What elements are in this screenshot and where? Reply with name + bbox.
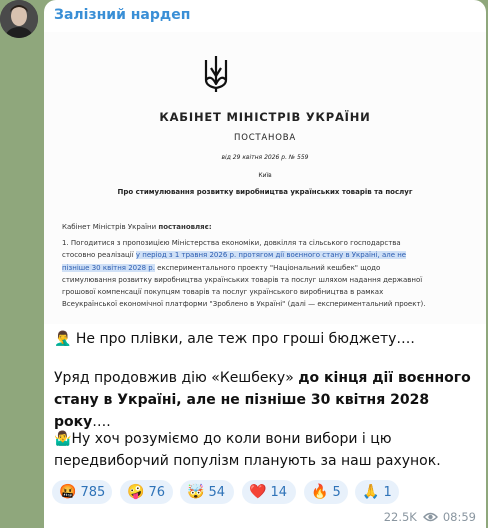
exploding-head-icon: 🤯 bbox=[187, 484, 205, 500]
eye-icon bbox=[422, 512, 438, 522]
heart-icon: ❤️ bbox=[249, 484, 267, 500]
channel-name[interactable]: Залізний нардеп bbox=[54, 7, 190, 23]
message-time: 08:59 bbox=[442, 510, 476, 524]
view-count: 22.5K bbox=[383, 510, 417, 524]
reaction-angry[interactable]: 🤬 785 bbox=[52, 480, 112, 504]
reaction-zany[interactable]: 🤪 76 bbox=[120, 480, 173, 504]
message-line-3: 🤷‍♂️Ну хоч розуміємо до коли вони вибори… bbox=[54, 431, 441, 469]
pray-icon: 🙏 bbox=[362, 484, 380, 500]
doc-date: від 29 квітня 2026 р. № 559 bbox=[221, 154, 309, 161]
doc-city: Київ bbox=[258, 172, 272, 179]
facepalm-icon: 🤦‍♂️ bbox=[54, 331, 72, 347]
zany-face-icon: 🤪 bbox=[127, 484, 145, 500]
reactions-bar: 🤬 785 🤪 76 🤯 54 ❤️ 14 🔥 5 🙏 1 bbox=[52, 480, 486, 506]
reaction-pray[interactable]: 🙏 1 bbox=[355, 480, 399, 504]
doc-type: ПОСТАНОВА bbox=[234, 133, 296, 143]
message-meta: 22.5K 08:59 bbox=[384, 508, 476, 526]
doc-preamble: Кабінет Міністрів України постановляє: bbox=[62, 223, 212, 231]
document-image[interactable]: КАБІНЕТ МІНІСТРІВ УКРАЇНИ ПОСТАНОВА від … bbox=[44, 32, 486, 324]
doc-paragraph-1: 1. Погодитися з пропозицією Міністерства… bbox=[62, 239, 426, 309]
shrug-icon: 🤷‍♂️ bbox=[54, 431, 72, 447]
reaction-heart[interactable]: ❤️ 14 bbox=[242, 480, 296, 504]
fire-icon: 🔥 bbox=[311, 484, 329, 500]
angry-face-icon: 🤬 bbox=[59, 484, 77, 500]
reaction-fire[interactable]: 🔥 5 bbox=[304, 480, 348, 504]
doc-subject: Про стимулювання розвитку виробництва ук… bbox=[117, 188, 413, 196]
message-bubble: Залізний нардеп КАБІНЕТ МІНІСТРІВ УКРАЇН… bbox=[44, 0, 486, 528]
reaction-mind-blown[interactable]: 🤯 54 bbox=[180, 480, 234, 504]
channel-avatar[interactable] bbox=[0, 0, 38, 38]
doc-title: КАБІНЕТ МІНІСТРІВ УКРАЇНИ bbox=[159, 110, 371, 124]
trident-emblem-icon bbox=[204, 56, 228, 92]
message-line-2: Уряд продовжив дію «Кешбеку» до кінця ді… bbox=[54, 370, 471, 430]
message-line-1: 🤦‍♂️ Не про плівки, але теж про гроші бю… bbox=[54, 331, 415, 347]
